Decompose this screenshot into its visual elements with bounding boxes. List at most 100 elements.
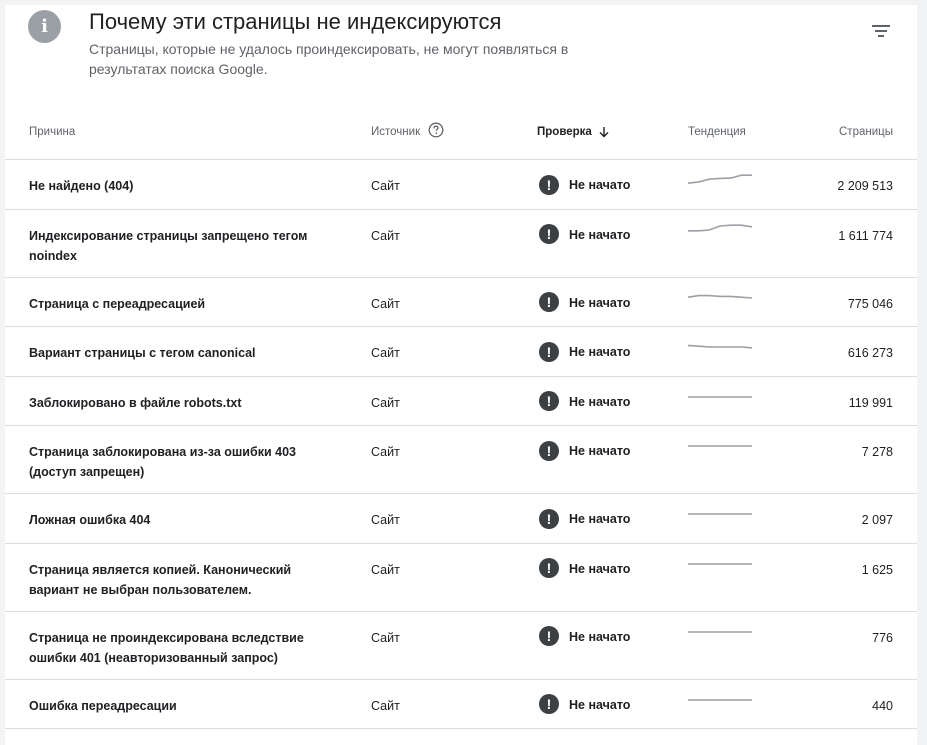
row-source: Сайт	[371, 562, 400, 577]
row-reason: Страница с переадресацией	[29, 296, 206, 311]
not-indexed-reasons-card: i Почему эти страницы не индексируются С…	[5, 5, 917, 745]
row-source: Сайт	[371, 395, 400, 410]
table-row[interactable]: Вариант страницы с тегом canonical Сайт! Н…	[5, 327, 917, 377]
card-header: i Почему эти страницы не индексируются С…	[5, 5, 917, 105]
warning-icon: !	[539, 391, 559, 411]
info-icon: i	[28, 10, 61, 43]
row-status-label: Не начато	[569, 697, 631, 712]
sparkline-line	[687, 344, 753, 349]
warning-icon: !	[539, 292, 559, 312]
row-source: Сайт	[371, 630, 400, 645]
row-validation-status: ! Не начато	[539, 440, 630, 461]
reasons-table-body: Не найдено (404) Сайт! Не начато 2 209 513 И…	[5, 160, 917, 729]
filter-icon	[872, 25, 890, 37]
row-validation-status: ! Не начато	[539, 694, 630, 715]
sparkline-line	[687, 294, 753, 299]
row-pages-count: 1 625	[861, 562, 893, 577]
warning-icon: !	[539, 558, 559, 578]
help-icon[interactable]	[428, 122, 444, 138]
row-pages-count: 776	[872, 630, 893, 645]
table-row[interactable]: Страница не проиндексирована вследствие …	[5, 612, 917, 680]
row-reason: Заблокировано в файле robots.txt	[29, 395, 242, 410]
row-status-label: Не начато	[569, 394, 631, 409]
table-row[interactable]: Не найдено (404) Сайт ! Не начато 2 209 513	[5, 160, 917, 210]
arrow-down-icon	[599, 127, 609, 138]
row-pages-count: 775 046	[847, 296, 893, 311]
row-source: Сайт	[371, 445, 400, 459]
column-header-reason[interactable]: Причина	[29, 125, 75, 139]
row-validation-status: ! Не начато	[539, 391, 630, 412]
row-status-label: Не начато	[569, 345, 631, 359]
warning-icon: !	[539, 440, 559, 461]
column-header-source[interactable]: Источник	[371, 122, 444, 139]
table-row[interactable]: Ложная ошибка 404 Сайт! Не начато 2 097	[5, 494, 917, 544]
row-pages-count: 2 097	[861, 513, 893, 527]
row-trend-sparkline	[687, 172, 752, 194]
row-status-label: Не начато	[569, 178, 631, 192]
row-status-label: Не начато	[569, 561, 631, 576]
row-validation-status: ! Не начато	[539, 626, 630, 647]
row-status-label: Не начато	[569, 444, 631, 458]
warning-icon: !	[539, 694, 559, 714]
row-trend-sparkline	[688, 222, 753, 244]
row-source: Сайт	[371, 296, 400, 311]
row-pages-count: 2 209 513	[837, 179, 893, 193]
row-trend-sparkline	[688, 438, 752, 460]
sparkline-line	[688, 223, 753, 232]
table-header: Причина Источник Проверка Тенденция Стра…	[5, 105, 917, 160]
row-reason: Страница заблокирована из-за ошибки 403 …	[29, 445, 296, 479]
filter-button[interactable]	[865, 15, 897, 47]
row-reason: Страница не проиндексирована вследствие …	[29, 630, 304, 665]
row-status-label: Не начато	[569, 629, 631, 644]
row-pages-count: 616 273	[847, 346, 893, 360]
warning-icon: !	[539, 341, 559, 362]
row-source: Сайт	[371, 346, 400, 360]
row-source: Сайт	[371, 179, 400, 193]
row-trend-sparkline	[688, 556, 752, 578]
row-validation-status: ! Не начато	[539, 508, 630, 529]
table-row[interactable]: Страница заблокирована из-за ошибки 403 …	[5, 426, 917, 494]
row-trend-sparkline	[688, 624, 752, 646]
row-source: Сайт	[371, 698, 400, 713]
table-row[interactable]: Ошибка переадресации Сайт! Не начато 440	[5, 680, 917, 729]
row-trend-sparkline	[687, 339, 753, 361]
column-header-trend: Тенденция	[688, 126, 746, 138]
table-row[interactable]: Страница с переадресацией Сайт! Не начато 7…	[5, 278, 917, 327]
warning-icon: !	[539, 508, 559, 529]
row-trend-sparkline	[687, 290, 753, 312]
row-validation-status: ! Не начато	[539, 558, 630, 579]
row-status-label: Не начато	[569, 295, 631, 310]
row-pages-count: 440	[872, 698, 893, 713]
row-validation-status: ! Не начато	[539, 224, 630, 245]
row-pages-count: 119 991	[848, 395, 893, 410]
row-source: Сайт	[371, 228, 400, 243]
column-header-source-label: Источник	[371, 126, 421, 138]
row-source: Сайт	[371, 513, 400, 527]
row-reason: Индексирование страницы запрещено тегом …	[29, 228, 308, 263]
row-pages-count: 1 611 774	[838, 228, 893, 243]
row-trend-sparkline	[688, 692, 752, 714]
row-validation-status: ! Не начато	[539, 341, 630, 362]
row-trend-sparkline	[688, 389, 752, 411]
row-pages-count: 7 278	[861, 445, 893, 459]
table-row[interactable]: Заблокировано в файле robots.txt Сайт! Не …	[5, 377, 917, 426]
warning-icon: !	[539, 224, 559, 244]
table-row[interactable]: Страница является копией. Канонический в…	[5, 544, 917, 612]
row-trend-sparkline	[688, 506, 752, 528]
page-subtitle: Страницы, которые не удалось проиндексир…	[89, 41, 569, 77]
row-status-label: Не начато	[569, 227, 631, 242]
column-header-check[interactable]: Проверка	[537, 125, 610, 139]
column-header-pages[interactable]: Страницы	[839, 125, 893, 139]
row-reason: Не найдено (404)	[29, 179, 134, 193]
row-validation-status: ! Не начато	[539, 174, 630, 195]
row-reason: Ложная ошибка 404	[29, 513, 151, 527]
warning-icon: !	[539, 626, 559, 646]
row-validation-status: ! Не начато	[539, 292, 630, 313]
row-reason: Ошибка переадресации	[29, 698, 177, 713]
row-reason: Вариант страницы с тегом canonical	[29, 346, 256, 360]
row-reason: Страница является копией. Канонический в…	[29, 562, 292, 597]
sparkline-line	[687, 174, 752, 184]
column-header-check-label: Проверка	[537, 126, 592, 138]
row-status-label: Не начато	[569, 512, 631, 526]
table-row[interactable]: Индексирование страницы запрещено тегом …	[5, 210, 917, 278]
